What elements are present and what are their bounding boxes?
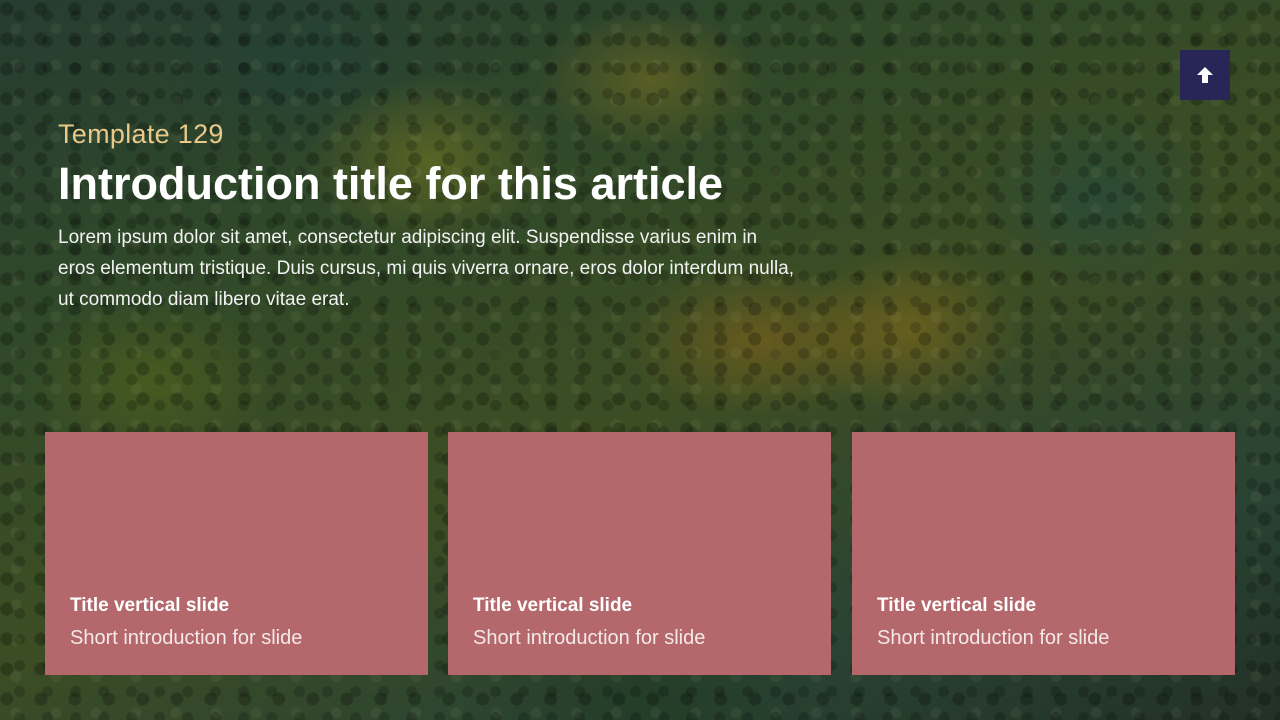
card-title: Title vertical slide xyxy=(877,595,1037,616)
card-subtitle: Short introduction for slide xyxy=(473,627,706,649)
intro-section: Template 129 Introduction title for this… xyxy=(58,116,798,315)
template-label: Template 129 xyxy=(58,119,224,149)
scroll-to-top-button[interactable] xyxy=(1180,50,1230,100)
slide-card-3[interactable]: Title vertical slide Short introduction … xyxy=(852,432,1235,675)
slide-card-2[interactable]: Title vertical slide Short introduction … xyxy=(448,432,831,675)
slide-card-1[interactable]: Title vertical slide Short introduction … xyxy=(45,432,428,675)
card-subtitle: Short introduction for slide xyxy=(877,627,1110,649)
card-title: Title vertical slide xyxy=(473,595,633,616)
card-subtitle: Short introduction for slide xyxy=(70,627,303,649)
intro-paragraph: Lorem ipsum dolor sit amet, consectetur … xyxy=(58,227,795,310)
page-title: Introduction title for this article xyxy=(58,158,724,209)
arrow-up-icon xyxy=(1197,67,1213,83)
card-title: Title vertical slide xyxy=(70,595,230,616)
